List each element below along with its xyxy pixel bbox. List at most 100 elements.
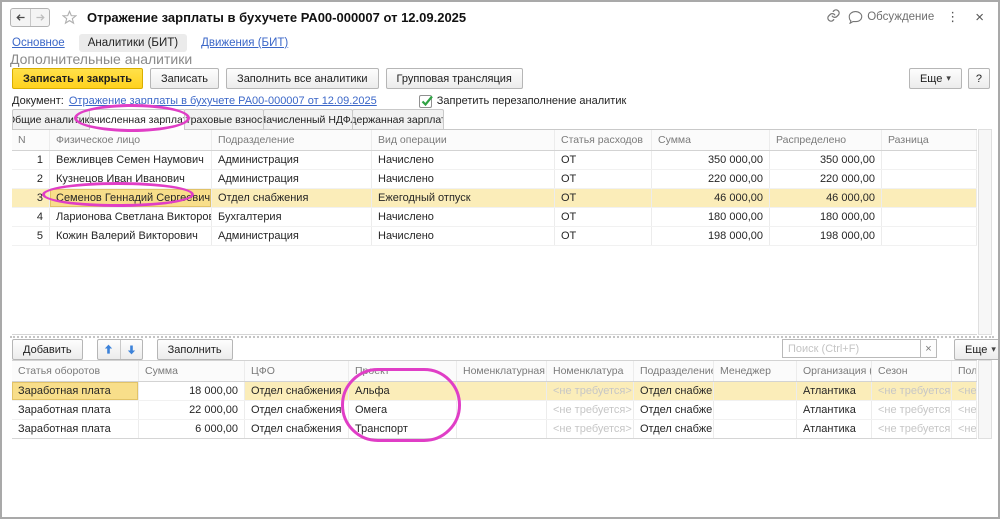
fill-button[interactable]: Заполнить [157,339,233,360]
cell[interactable]: 46 000,00 [652,189,770,207]
discussion-icon[interactable]: Обсуждение [848,10,934,24]
cell[interactable]: <не треб [952,420,977,438]
cell[interactable] [457,382,547,400]
column-header[interactable]: Номенклатура [547,361,634,381]
cell[interactable]: 350 000,00 [770,151,882,169]
more-button[interactable]: Еще▾ [909,68,962,89]
cell[interactable]: 1 [12,151,50,169]
cell[interactable]: ОТ [555,151,652,169]
cell[interactable]: Администрация [212,227,372,245]
cell[interactable]: <не треб [952,401,977,419]
cell[interactable]: <не требуется> [872,401,952,419]
cell[interactable] [457,420,547,438]
cell[interactable]: Отдел снабжения [245,382,349,400]
cell[interactable]: Отдел снабжения [245,420,349,438]
column-header[interactable]: Получате [952,361,977,381]
cell[interactable]: Отдел снабжения [245,401,349,419]
cell[interactable]: 3 [12,189,50,207]
cell[interactable] [882,170,977,188]
cell[interactable]: Ларионова Светлана Викторовна [50,208,212,226]
column-header[interactable]: Сезон [872,361,952,381]
group-broadcast-button[interactable]: Групповая трансляция [386,68,523,89]
cell[interactable]: Администрация [212,151,372,169]
search-input[interactable] [782,339,920,358]
fill-all-analytics-button[interactable]: Заполнить все аналитики [226,68,378,89]
cell[interactable]: 198 000,00 [652,227,770,245]
column-header[interactable]: Разница [882,130,977,150]
cell[interactable]: Отдел снабжения [634,420,714,438]
cell[interactable]: Вежливцев Семен Наумович [50,151,212,169]
cell[interactable]: ОТ [555,189,652,207]
kebab-menu-icon[interactable]: ⋮ [941,9,964,25]
cell[interactable] [882,227,977,245]
cell[interactable]: 180 000,00 [770,208,882,226]
cell[interactable]: ОТ [555,170,652,188]
cell[interactable]: 18 000,00 [139,382,245,400]
column-header[interactable]: Распределено [770,130,882,150]
column-header[interactable]: Физическое лицо [50,130,212,150]
cell[interactable]: Начислено [372,170,555,188]
document-link[interactable]: Отражение зарплаты в бухучете РА00-00000… [69,95,377,107]
nav-item-movements[interactable]: Движения (БИТ) [201,37,288,49]
forward-button[interactable] [30,9,49,26]
column-header[interactable]: Подразделение [212,130,372,150]
column-header[interactable]: Статья расходов [555,130,652,150]
splitter[interactable] [10,336,994,338]
search-clear-icon[interactable]: × [920,339,937,358]
cell[interactable] [714,401,797,419]
upper-scrollbar[interactable] [978,129,992,335]
column-header[interactable]: Номенклатурная гру... [457,361,547,381]
save-button[interactable]: Записать [150,68,219,89]
column-header[interactable]: Вид операции [372,130,555,150]
table-row[interactable]: 1Вежливцев Семен НаумовичАдминистрацияНа… [12,151,977,170]
cell[interactable]: Кожин Валерий Викторович [50,227,212,245]
cell[interactable]: <не требуется> [872,420,952,438]
table-row[interactable]: 3Семенов Геннадий СергеевичОтдел снабжен… [12,189,977,208]
cell[interactable]: Транспорт [349,420,457,438]
get-link-icon[interactable] [826,8,841,26]
cell[interactable]: Атлантика [797,420,872,438]
cell[interactable]: Отдел снабжения [634,382,714,400]
cell[interactable] [714,420,797,438]
cell[interactable]: ОТ [555,208,652,226]
cell[interactable]: <не требуется> [547,382,634,400]
cell[interactable]: 220 000,00 [770,170,882,188]
cell[interactable]: 2 [12,170,50,188]
cell[interactable]: 22 000,00 [139,401,245,419]
favorite-star-icon[interactable] [62,10,77,25]
lower-scrollbar[interactable] [978,360,992,439]
cell[interactable]: <не требуется> [547,420,634,438]
table-row[interactable]: Заработная плата6 000,00Отдел снабженияТ… [12,420,977,439]
nav-item-main[interactable]: Основное [12,37,65,49]
cell[interactable]: Ежегодный отпуск [372,189,555,207]
cell[interactable]: <не треб [952,382,977,400]
cell[interactable]: Заработная плата [12,401,139,419]
column-header[interactable]: Подразделение [634,361,714,381]
cell[interactable] [882,208,977,226]
cell[interactable]: Администрация [212,170,372,188]
tab-withheld-salary[interactable]: Удержанная зарплата [352,109,444,129]
table-row[interactable]: 2Кузнецов Иван ИвановичАдминистрацияНачи… [12,170,977,189]
cell[interactable]: 180 000,00 [652,208,770,226]
back-button[interactable] [11,9,30,26]
column-header[interactable]: Статья оборотов [12,361,139,381]
cell[interactable]: Заработная плата [12,420,139,438]
cell[interactable]: Семенов Геннадий Сергеевич [50,189,212,207]
cell[interactable]: Начислено [372,227,555,245]
cell[interactable]: 350 000,00 [652,151,770,169]
column-header[interactable]: ЦФО [245,361,349,381]
move-up-button[interactable] [98,340,120,359]
cell[interactable]: Отдел снабжения [634,401,714,419]
tab-ndfl[interactable]: Начисленный НДФЛ [263,109,353,129]
column-header[interactable]: Менеджер [714,361,797,381]
nav-item-analytics[interactable]: Аналитики (БИТ) [79,34,187,52]
tab-insurance[interactable]: Страховые взносы [184,109,264,129]
save-close-button[interactable]: Записать и закрыть [12,68,143,89]
table-row[interactable]: Заработная плата18 000,00Отдел снабжения… [12,382,977,401]
cell[interactable]: Омега [349,401,457,419]
cell[interactable]: Начислено [372,151,555,169]
column-header[interactable]: N [12,130,50,150]
column-header[interactable]: Сумма [652,130,770,150]
cell[interactable]: Кузнецов Иван Иванович [50,170,212,188]
discussion-label[interactable]: Обсуждение [867,11,934,23]
